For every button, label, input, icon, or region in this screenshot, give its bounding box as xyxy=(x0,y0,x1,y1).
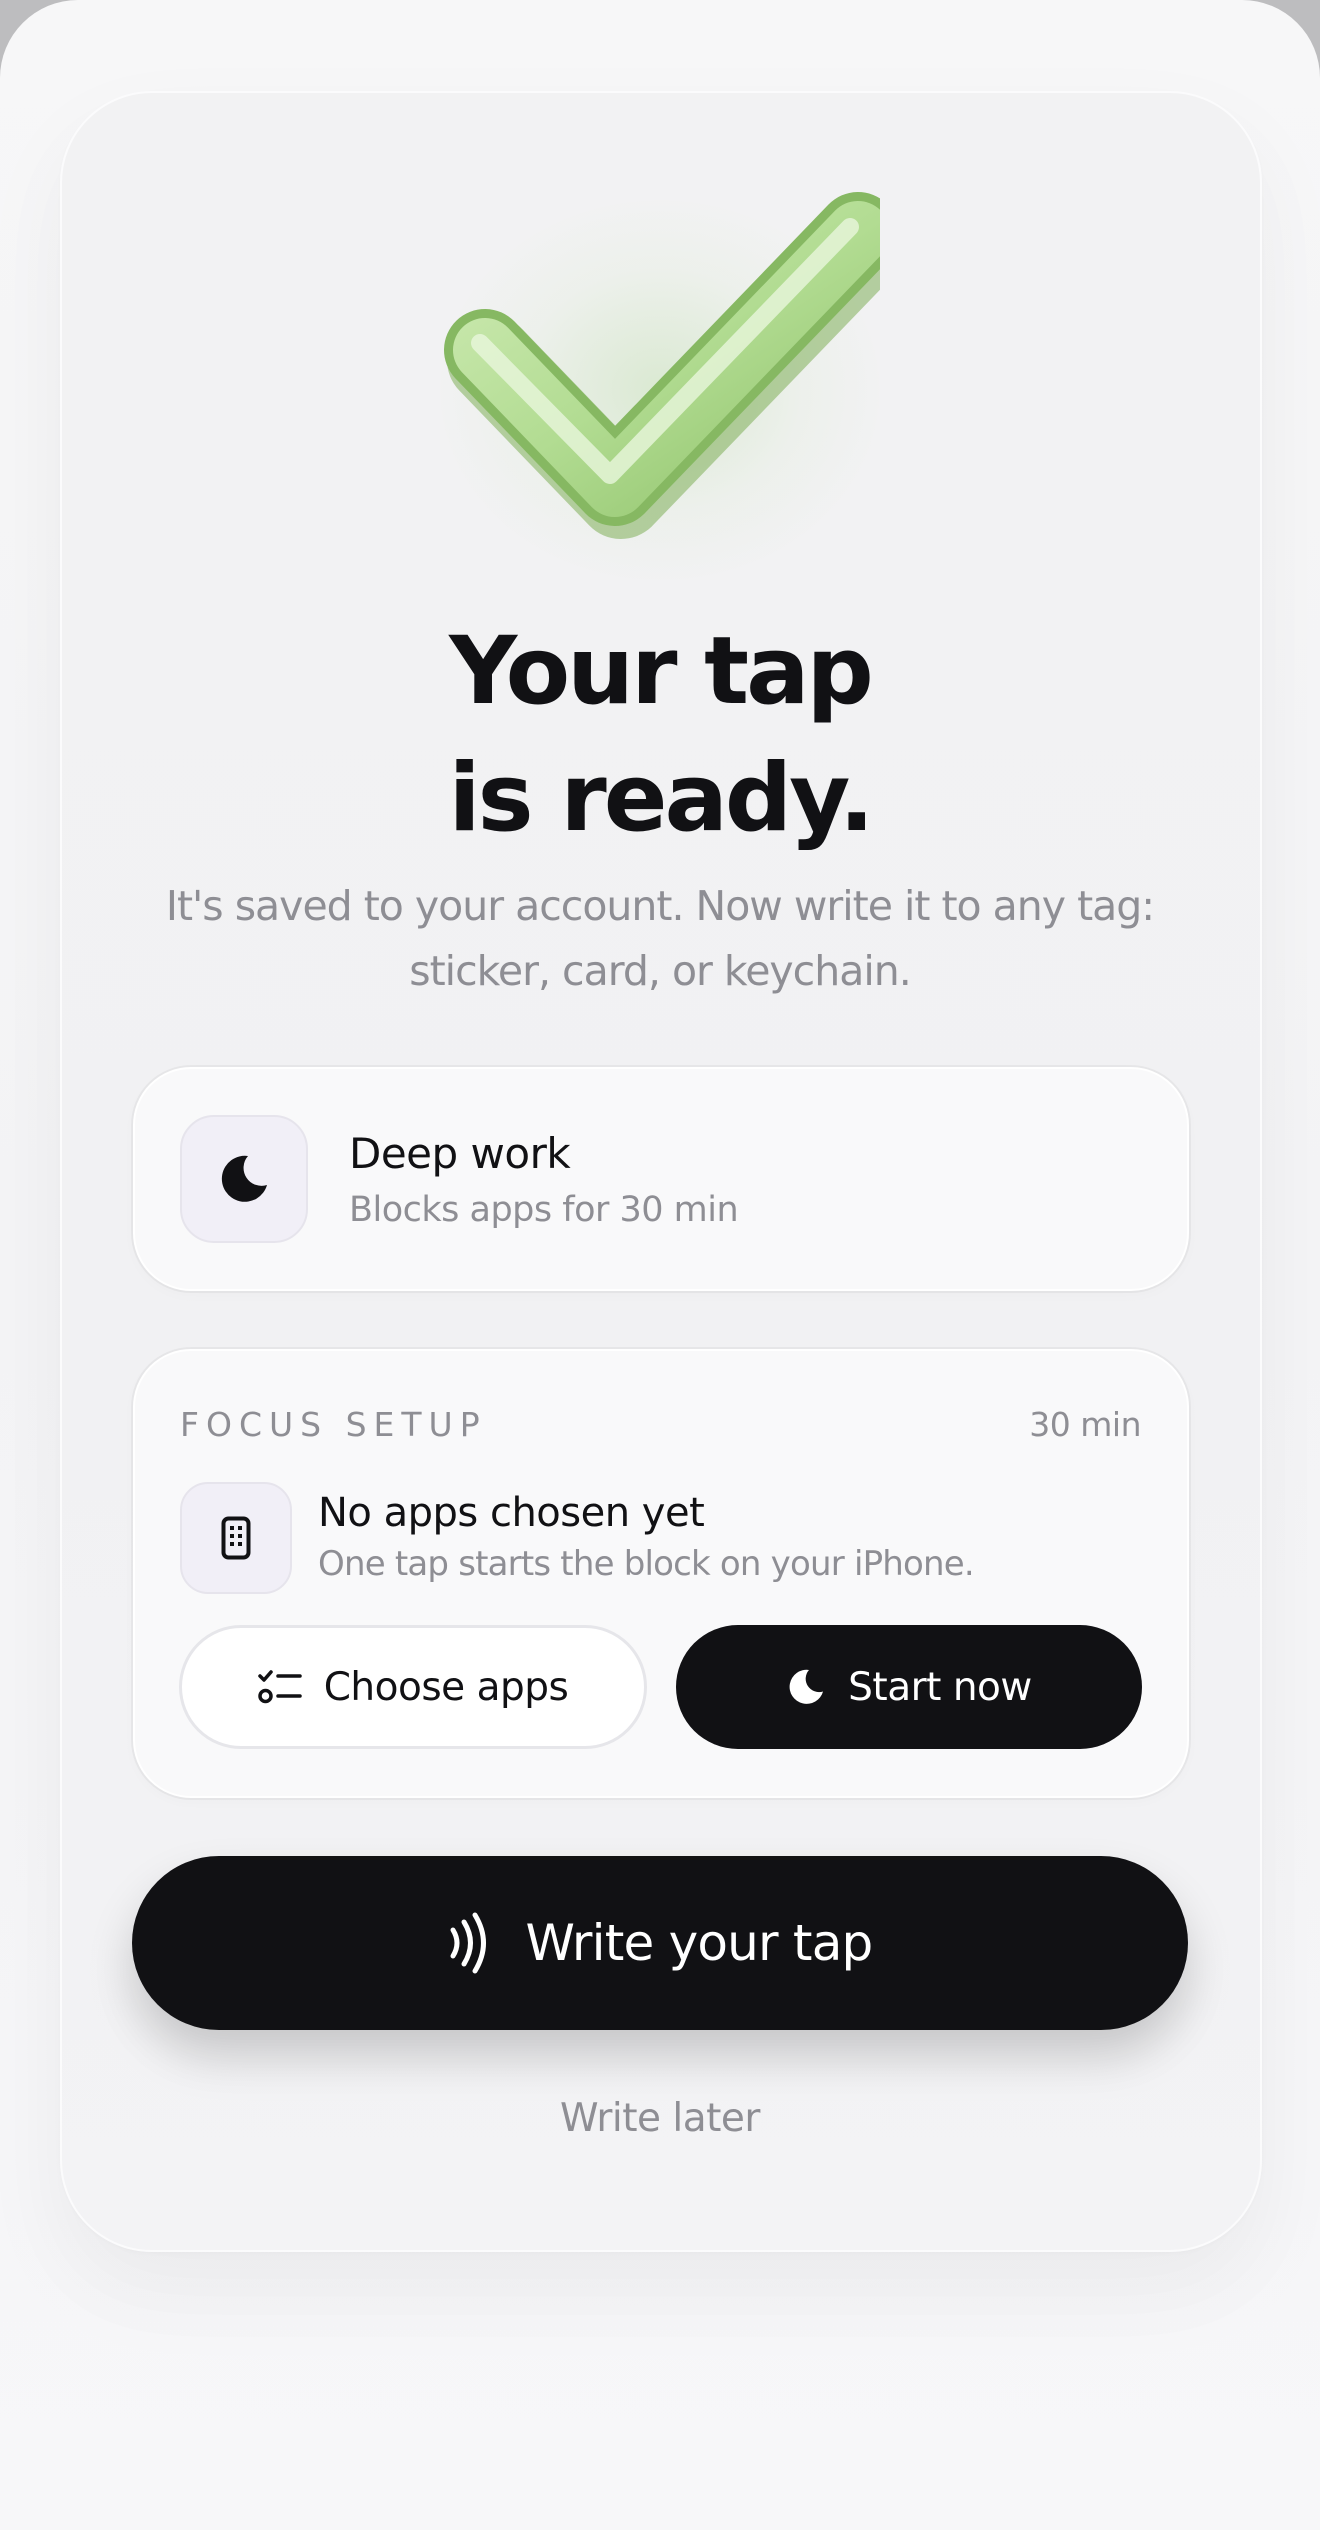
focus-setup-card: FOCUS SETUP 30 min No apps chosen yet On… xyxy=(133,1349,1189,1798)
title-line-2: is ready. xyxy=(448,744,874,853)
write-later-link[interactable]: Write later xyxy=(0,2099,1320,2138)
write-your-tap-button[interactable]: Write your tap xyxy=(132,1856,1188,2030)
choose-apps-label: Choose apps xyxy=(323,1664,569,1710)
mode-card[interactable]: Deep work Blocks apps for 30 min xyxy=(133,1067,1189,1291)
screen: Your tap is ready. It's saved to your ac… xyxy=(0,0,1320,2530)
status-title: No apps chosen yet xyxy=(318,1490,705,1536)
write-your-tap-label: Write your tap xyxy=(525,1914,873,1972)
focus-duration: 30 min xyxy=(1029,1405,1141,1444)
subtitle-line-2: sticker, card, or keychain. xyxy=(409,947,912,995)
subtitle-line-1: It's saved to your account. Now write it… xyxy=(165,882,1155,930)
mode-subtitle: Blocks apps for 30 min xyxy=(349,1190,739,1230)
mode-icon-tile xyxy=(180,1115,308,1243)
mode-title: Deep work xyxy=(349,1129,571,1178)
title-line-1: Your tap xyxy=(449,617,874,726)
start-now-moon-icon xyxy=(789,1669,824,1704)
checkmark-icon xyxy=(444,192,880,539)
status-subtitle: One tap starts the block on your iPhone. xyxy=(318,1544,975,1584)
focus-setup-heading: FOCUS SETUP xyxy=(180,1405,487,1444)
nfc-waves-icon xyxy=(450,1912,487,1974)
status-icon-tile xyxy=(180,1482,292,1594)
phone-icon xyxy=(221,1516,251,1560)
start-now-button[interactable]: Start now xyxy=(676,1625,1142,1749)
moon-icon xyxy=(221,1155,267,1202)
checklist-icon xyxy=(257,1670,302,1704)
start-now-label: Start now xyxy=(848,1664,1032,1710)
choose-apps-button[interactable]: Choose apps xyxy=(179,1625,647,1749)
